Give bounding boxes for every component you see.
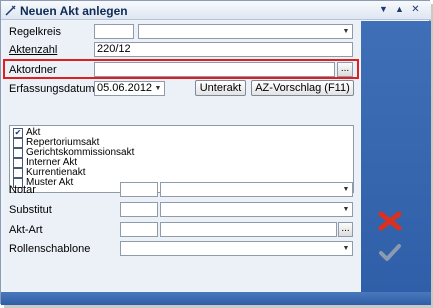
chevron-down-icon[interactable]: ▼ bbox=[340, 203, 352, 216]
rollenschablone-label: Rollenschablone bbox=[9, 243, 91, 255]
collapse-icon[interactable]: ▼ bbox=[377, 3, 390, 16]
erfassungsdatum-value: 05.06.2012 bbox=[97, 82, 153, 94]
rollenschablone-select[interactable]: ▼ bbox=[120, 241, 353, 256]
substitut-label: Substitut bbox=[9, 204, 52, 216]
chevron-down-icon[interactable]: ▼ bbox=[152, 82, 164, 95]
checkbox-icon[interactable] bbox=[13, 138, 23, 148]
chevron-down-icon[interactable]: ▼ bbox=[340, 183, 352, 196]
unterakt-button[interactable]: Unterakt bbox=[195, 80, 246, 96]
aktenzahl-input[interactable]: 220/12 bbox=[94, 42, 353, 57]
chevron-down-icon[interactable]: ▼ bbox=[340, 25, 352, 38]
regelkreis-label: Regelkreis bbox=[9, 26, 61, 38]
substitut-code-input[interactable] bbox=[120, 202, 158, 217]
checkbox-icon[interactable] bbox=[13, 158, 23, 168]
akt-art-code-input[interactable] bbox=[120, 222, 158, 237]
notar-label: Notar bbox=[9, 184, 36, 196]
close-icon[interactable]: ✕ bbox=[409, 3, 422, 16]
action-sidebar bbox=[361, 21, 431, 292]
akt-art-label: Akt-Art bbox=[9, 224, 43, 236]
aktenzahl-label: Aktenzahl bbox=[9, 44, 58, 56]
aktordner-highlight-frame bbox=[3, 59, 359, 79]
az-vorschlag-button[interactable]: AZ-Vorschlag (F11) bbox=[251, 80, 354, 96]
checkbox-icon[interactable]: ✔ bbox=[13, 128, 23, 138]
ok-icon[interactable] bbox=[378, 243, 402, 263]
regelkreis-select[interactable]: ▼ bbox=[138, 24, 353, 39]
akt-art-browse-button[interactable]: ... bbox=[338, 222, 353, 237]
erfassungsdatum-label: Erfassungsdatum bbox=[9, 83, 95, 95]
notar-code-input[interactable] bbox=[120, 182, 158, 197]
window-title: Neuen Akt anlegen bbox=[20, 4, 128, 18]
substitut-select[interactable]: ▼ bbox=[160, 202, 353, 217]
regelkreis-code-input[interactable] bbox=[94, 24, 134, 39]
pen-icon bbox=[5, 5, 16, 16]
dialog-window: Neuen Akt anlegen ▼ ▲ ✕ Regelkreis ▼ Akt… bbox=[0, 0, 431, 305]
notar-select[interactable]: ▼ bbox=[160, 182, 353, 197]
checkbox-icon[interactable] bbox=[13, 148, 23, 158]
expand-icon[interactable]: ▲ bbox=[393, 3, 406, 16]
akt-art-input[interactable] bbox=[160, 222, 337, 237]
bottom-bar bbox=[1, 292, 431, 305]
title-bar[interactable]: Neuen Akt anlegen ▼ ▲ ✕ bbox=[1, 1, 431, 20]
chevron-down-icon[interactable]: ▼ bbox=[340, 242, 352, 255]
cancel-icon[interactable] bbox=[378, 211, 402, 231]
erfassungsdatum-select[interactable]: 05.06.2012 ▼ bbox=[94, 81, 165, 96]
checkbox-icon[interactable] bbox=[13, 168, 23, 178]
